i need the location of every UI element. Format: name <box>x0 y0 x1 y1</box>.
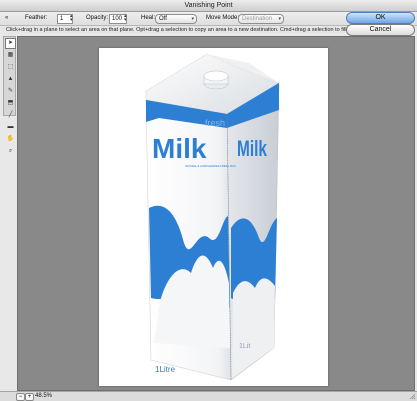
window-title: Vanishing Point <box>0 0 417 12</box>
chevron-down-icon: ▾ <box>191 16 194 22</box>
move-mode-label: Move Mode: <box>206 15 240 21</box>
milk-carton-image: fresh Milk NATURAL & HOMOGENIZED FRESH M… <box>145 53 280 381</box>
tools-panel: ➤ ▦ ⬚ ▲ ✎ ⬒ ╱ ▬ ✋ ⌕ <box>3 36 16 154</box>
ok-button[interactable]: OK <box>346 12 415 24</box>
heal-label: Heal: <box>141 15 156 21</box>
preview-canvas[interactable]: fresh Milk NATURAL & HOMOGENIZED FRESH M… <box>17 36 415 391</box>
move-mode-select[interactable]: Destination ▾ <box>238 14 284 24</box>
side-brand-text: Milk <box>237 137 267 161</box>
opacity-label: Opacity: <box>86 15 109 21</box>
side-volume-text: 1Lit <box>239 343 250 350</box>
carton-volume-text: 1Litre <box>155 365 176 374</box>
eyedropper-tool-icon[interactable]: ╱ <box>5 110 16 121</box>
feather-label: Feather: <box>25 15 48 21</box>
heal-select[interactable]: Off ▾ <box>155 14 197 24</box>
feather-stepper[interactable]: ▴ ▾ <box>70 14 75 23</box>
cancel-button[interactable]: Cancel <box>346 24 415 36</box>
instruction-hint: Click+drag in a plane to select an area … <box>0 26 374 34</box>
carton-small-text: NATURAL & HOMOGENIZED FRESH MILK <box>185 164 236 168</box>
zoom-tool-icon[interactable]: ⌕ <box>5 146 16 157</box>
create-plane-tool-icon[interactable]: ▦ <box>5 50 16 61</box>
document-image[interactable]: fresh Milk NATURAL & HOMOGENIZED FRESH M… <box>99 48 328 386</box>
carton-brand-text: Milk <box>152 133 207 164</box>
resize-grip-icon[interactable] <box>409 393 416 400</box>
heal-select-value: Off <box>159 16 167 22</box>
stamp-tool-icon[interactable]: ▲ <box>5 74 16 85</box>
measure-tool-icon[interactable]: ▬ <box>5 122 16 133</box>
hand-tool-icon[interactable]: ✋ <box>5 134 16 145</box>
opacity-stepper[interactable]: ▴ ▾ <box>124 14 129 23</box>
marquee-tool-icon[interactable]: ⬚ <box>5 62 16 73</box>
transform-tool-icon[interactable]: ⬒ <box>5 98 16 109</box>
chevron-down-icon: ▾ <box>278 16 281 22</box>
chevrons-icon[interactable]: « <box>5 14 8 23</box>
brush-tool-icon[interactable]: ✎ <box>5 86 16 97</box>
zoom-level[interactable]: 48.5% <box>35 393 52 400</box>
carton-sub-text: fresh <box>205 118 225 128</box>
move-mode-select-value: Destination <box>242 16 273 22</box>
edit-plane-tool-icon[interactable]: ➤ <box>5 38 16 49</box>
